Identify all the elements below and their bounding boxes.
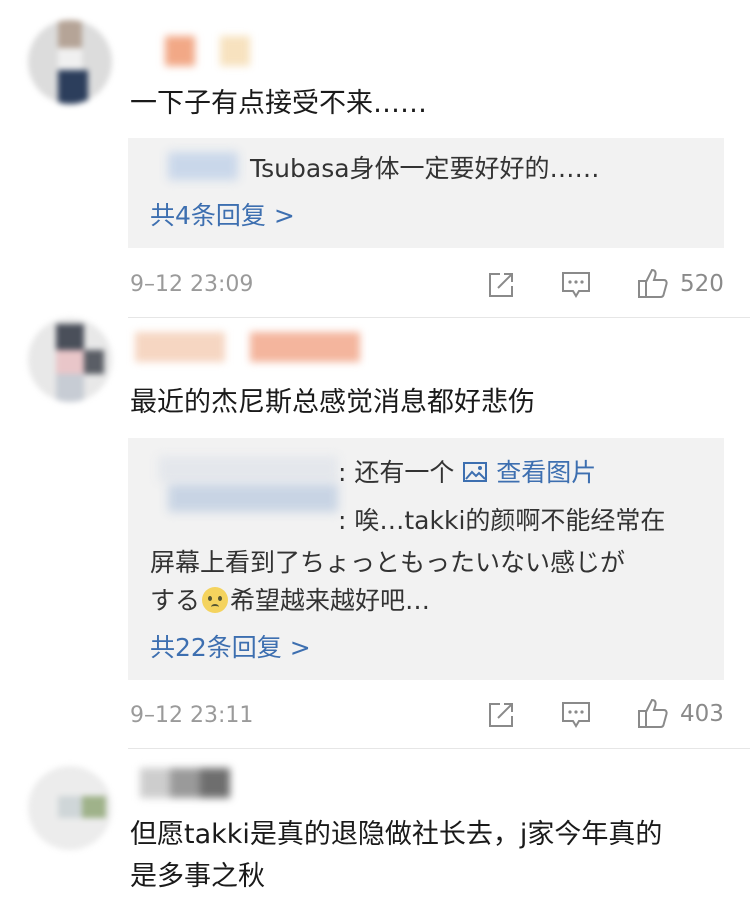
avatar[interactable] [28, 766, 112, 850]
comment-item: 但愿takki是真的退隐做社长去，j家今年真的 是多事之秋 [0, 0, 750, 906]
comment-text: 是多事之秋 [130, 861, 265, 892]
username-blurred[interactable] [140, 768, 230, 798]
comment-text: 但愿takki是真的退隐做社长去，j家今年真的 [130, 819, 663, 850]
